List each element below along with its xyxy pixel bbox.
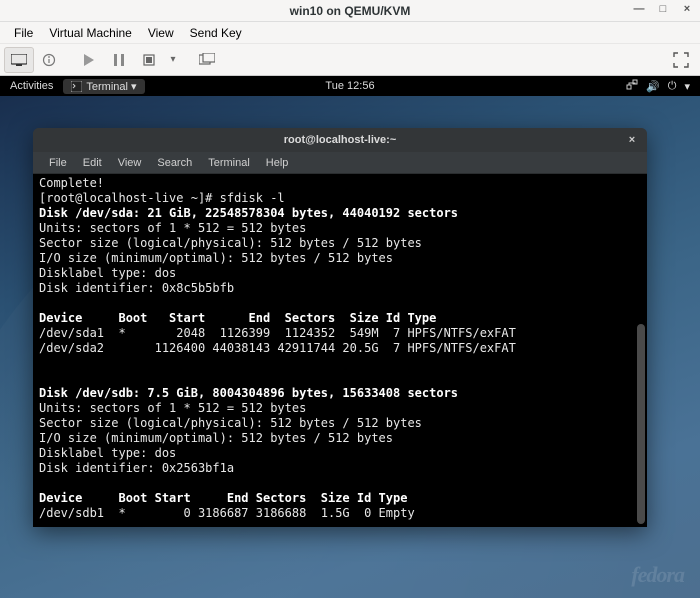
app-menu-button[interactable]: Terminal ▾ bbox=[63, 79, 144, 94]
host-minimize-button[interactable]: — bbox=[632, 3, 646, 15]
terminal-titlebar[interactable]: root@localhost-live:~ × bbox=[33, 128, 647, 152]
pause-button[interactable] bbox=[104, 47, 134, 73]
network-icon bbox=[626, 79, 638, 93]
gnome-top-bar: Activities Terminal ▾ Tue 12:56 🔊 ⏻ ▾ bbox=[0, 76, 700, 96]
host-window-title: win10 on QEMU/KVM bbox=[290, 4, 411, 18]
term-menu-view[interactable]: View bbox=[110, 154, 150, 172]
terminal-close-button[interactable]: × bbox=[625, 133, 639, 147]
host-menu-sendkey[interactable]: Send Key bbox=[182, 23, 250, 43]
run-button[interactable] bbox=[74, 47, 104, 73]
shutdown-button[interactable] bbox=[134, 47, 164, 73]
term-menu-file[interactable]: File bbox=[41, 154, 75, 172]
terminal-window: root@localhost-live:~ × File Edit View S… bbox=[33, 128, 647, 527]
term-menu-help[interactable]: Help bbox=[258, 154, 297, 172]
gnome-system-menu[interactable]: 🔊 ⏻ ▾ bbox=[626, 79, 690, 93]
terminal-icon bbox=[71, 81, 82, 92]
host-menubar: File Virtual Machine View Send Key bbox=[0, 22, 700, 44]
shutdown-menu-button[interactable]: ▾ bbox=[164, 47, 182, 73]
snapshots-button[interactable] bbox=[192, 47, 222, 73]
guest-screen: Activities Terminal ▾ Tue 12:56 🔊 ⏻ ▾ ro… bbox=[0, 76, 700, 598]
fedora-watermark: fedora bbox=[631, 562, 684, 588]
host-titlebar: win10 on QEMU/KVM — □ × bbox=[0, 0, 700, 22]
volume-icon: 🔊 bbox=[646, 80, 660, 93]
fullscreen-button[interactable] bbox=[666, 47, 696, 73]
term-menu-terminal[interactable]: Terminal bbox=[200, 154, 258, 172]
terminal-output: Complete! [root@localhost-live ~]# sfdis… bbox=[39, 176, 641, 521]
term-menu-edit[interactable]: Edit bbox=[75, 154, 110, 172]
caret-down-icon: ▾ bbox=[684, 80, 690, 93]
gnome-clock[interactable]: Tue 12:56 bbox=[325, 80, 374, 92]
power-icon: ⏻ bbox=[668, 80, 677, 93]
app-menu-label: Terminal ▾ bbox=[86, 80, 136, 93]
host-maximize-button[interactable]: □ bbox=[656, 3, 670, 15]
terminal-menubar: File Edit View Search Terminal Help bbox=[33, 152, 647, 174]
host-menu-view[interactable]: View bbox=[140, 23, 182, 43]
terminal-scrollbar[interactable] bbox=[637, 324, 645, 524]
activities-button[interactable]: Activities bbox=[10, 80, 53, 92]
term-menu-search[interactable]: Search bbox=[149, 154, 200, 172]
terminal-body[interactable]: Complete! [root@localhost-live ~]# sfdis… bbox=[33, 174, 647, 527]
host-close-button[interactable]: × bbox=[680, 3, 694, 15]
host-toolbar: ▾ bbox=[0, 44, 700, 76]
terminal-title: root@localhost-live:~ bbox=[284, 134, 397, 146]
show-console-button[interactable] bbox=[4, 47, 34, 73]
host-menu-file[interactable]: File bbox=[6, 23, 41, 43]
host-menu-vm[interactable]: Virtual Machine bbox=[41, 23, 140, 43]
show-details-button[interactable] bbox=[34, 47, 64, 73]
